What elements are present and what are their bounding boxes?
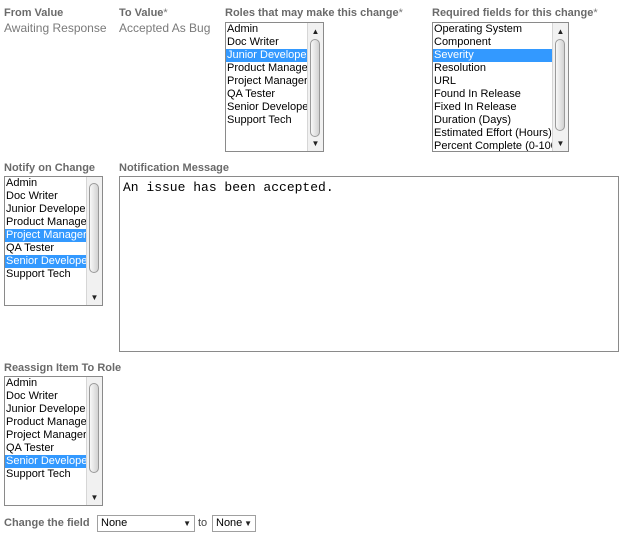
list-option[interactable]: Resolution xyxy=(433,62,552,75)
list-option[interactable]: Junior Developer xyxy=(5,203,86,216)
change-field-select-value: None xyxy=(101,517,128,529)
list-option[interactable]: Project Manager xyxy=(5,229,86,242)
scroll-down-arrow-icon[interactable]: ▼ xyxy=(87,289,102,305)
notify-label: Notify on Change xyxy=(4,162,96,174)
list-option[interactable]: Junior Developer xyxy=(226,49,307,62)
scroll-thumb[interactable] xyxy=(89,183,99,273)
list-option[interactable]: Estimated Effort (Hours) xyxy=(433,127,552,140)
list-option[interactable]: Doc Writer xyxy=(5,190,86,203)
list-option[interactable]: Doc Writer xyxy=(5,390,86,403)
list-option[interactable]: Admin xyxy=(226,23,307,36)
to-value-label: To Value* xyxy=(119,7,168,19)
list-option[interactable]: Operating System xyxy=(433,23,552,36)
change-field-label: Change the field xyxy=(4,517,90,529)
list-option[interactable]: QA Tester xyxy=(5,242,86,255)
roles-options: Admin Doc Writer Junior Developer Product M… xyxy=(226,23,307,151)
notify-listbox[interactable]: Admin Doc Writer Junior Developer Product M… xyxy=(4,176,103,306)
scroll-up-arrow-icon[interactable]: ▲ xyxy=(553,23,568,39)
list-option[interactable]: Support Tech xyxy=(5,268,86,281)
list-option[interactable]: Admin xyxy=(5,177,86,190)
scroll-down-arrow-icon[interactable]: ▼ xyxy=(87,489,102,505)
list-option[interactable]: Junior Developer xyxy=(5,403,86,416)
list-option[interactable]: Found In Release xyxy=(433,88,552,101)
notify-options: Admin Doc Writer Junior Developer Product M… xyxy=(5,177,86,305)
required-fields-scrollbar[interactable]: ▲ ▼ xyxy=(552,23,568,151)
list-option[interactable]: Senior Developer xyxy=(5,455,86,468)
roles-label: Roles that may make this change* xyxy=(225,7,403,19)
list-option[interactable]: Project Manager xyxy=(226,75,307,88)
list-option[interactable]: Senior Developer xyxy=(5,255,86,268)
change-field-select[interactable]: None ▼ xyxy=(97,515,195,532)
list-option[interactable]: Component xyxy=(433,36,552,49)
list-option[interactable]: Support Tech xyxy=(226,114,307,127)
to-label: to xyxy=(198,517,208,529)
reassign-listbox[interactable]: Admin Doc Writer Junior Developer Product M… xyxy=(4,376,103,506)
list-option[interactable]: Product Manager xyxy=(226,62,307,75)
scroll-thumb[interactable] xyxy=(89,383,99,473)
roles-scrollbar[interactable]: ▲ ▼ xyxy=(307,23,323,151)
notification-message-textarea[interactable]: An issue has been accepted. xyxy=(119,176,619,352)
chevron-down-icon: ▼ xyxy=(183,519,191,528)
to-value-text: Accepted As Bug xyxy=(119,21,211,35)
scroll-down-arrow-icon[interactable]: ▼ xyxy=(308,135,323,151)
required-fields-label: Required fields for this change* xyxy=(432,7,598,19)
list-option[interactable]: Duration (Days) xyxy=(433,114,552,127)
notify-scrollbar[interactable]: ▲ ▼ xyxy=(86,177,102,305)
scroll-up-arrow-icon[interactable]: ▲ xyxy=(308,23,323,39)
chevron-down-icon: ▼ xyxy=(244,519,252,528)
list-option[interactable]: Doc Writer xyxy=(226,36,307,49)
list-option[interactable]: Percent Complete (0-100) xyxy=(433,140,552,151)
list-option[interactable]: QA Tester xyxy=(226,88,307,101)
list-option[interactable]: Fixed In Release xyxy=(433,101,552,114)
list-option[interactable]: Product Manager xyxy=(5,416,86,429)
required-fields-options: Operating System Component Severity Resolut… xyxy=(433,23,552,151)
reassign-scrollbar[interactable]: ▲ ▼ xyxy=(86,377,102,505)
from-value-text: Awaiting Response xyxy=(4,21,107,35)
required-mark: * xyxy=(163,7,168,19)
list-option[interactable]: URL xyxy=(433,75,552,88)
list-option[interactable]: Admin xyxy=(5,377,86,390)
list-option[interactable]: Support Tech xyxy=(5,468,86,481)
required-fields-listbox[interactable]: Operating System Component Severity Resolut… xyxy=(432,22,569,152)
list-option[interactable]: Senior Developer xyxy=(226,101,307,114)
required-mark: * xyxy=(398,7,403,19)
reassign-label: Reassign Item To Role xyxy=(4,362,122,374)
notification-message-label: Notification Message xyxy=(119,162,230,174)
list-option[interactable]: Product Manager xyxy=(5,216,86,229)
scroll-down-arrow-icon[interactable]: ▼ xyxy=(553,135,568,151)
roles-listbox[interactable]: Admin Doc Writer Junior Developer Product M… xyxy=(225,22,324,152)
required-mark: * xyxy=(593,7,598,19)
list-option[interactable]: QA Tester xyxy=(5,442,86,455)
reassign-options: Admin Doc Writer Junior Developer Product M… xyxy=(5,377,86,505)
list-option[interactable]: Project Manager xyxy=(5,429,86,442)
scroll-thumb[interactable] xyxy=(310,39,320,137)
from-value-label: From Value xyxy=(4,7,64,19)
to-value-select[interactable]: None ▼ xyxy=(212,515,256,532)
list-option[interactable]: Severity xyxy=(433,49,552,62)
to-value-select-value: None xyxy=(216,517,243,529)
scroll-thumb[interactable] xyxy=(555,39,565,131)
